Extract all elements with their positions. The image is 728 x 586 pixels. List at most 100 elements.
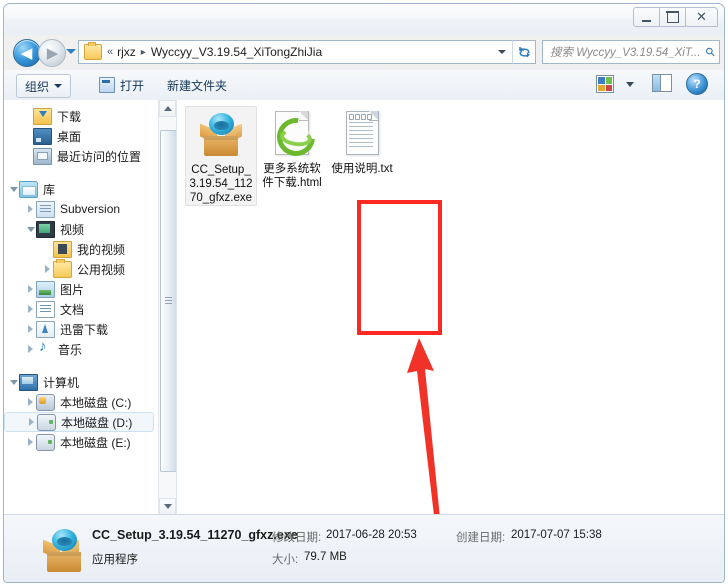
expander-closed-icon[interactable] [25, 437, 36, 448]
expander-closed-icon[interactable] [42, 264, 53, 275]
chevron-down-icon [54, 84, 63, 88]
sidebar-item-label: 本地磁盘 (D:) [61, 415, 133, 430]
expander-placeholder [42, 244, 53, 255]
text-file-icon [338, 110, 386, 158]
file-tile[interactable]: CC_Setup_3.19.54_11270_gfxz.exe [185, 106, 257, 206]
scrollbar-thumb[interactable] [160, 130, 176, 472]
open-button[interactable]: 打开 [99, 75, 144, 95]
view-cell [598, 77, 605, 84]
sidebar-item-1[interactable]: 桌面 [4, 126, 158, 146]
file-tile[interactable]: 使用说明.txt [327, 106, 397, 206]
breadcrumb-separator[interactable]: ▸ [141, 47, 146, 58]
open-icon [99, 77, 115, 93]
sidebar-item-6[interactable]: 我的视频 [4, 239, 158, 259]
maximize-button[interactable] [659, 7, 686, 27]
sidebar-item-10[interactable]: 迅雷下载 [4, 319, 158, 339]
minimize-button[interactable] [633, 7, 660, 27]
history-dropdown-icon[interactable] [66, 49, 76, 54]
search-input[interactable]: 搜索 Wyccyy_V3.19.54_XiT... [550, 44, 704, 60]
sidebar-item-12[interactable]: 计算机 [4, 372, 158, 392]
system-drive-icon [36, 393, 55, 411]
sidebar-item-13[interactable]: 本地磁盘 (C:) [4, 392, 158, 412]
address-breadcrumb-bar[interactable]: « rjxz ▸ Wyccyy_V3.19.54_XiTongZhiJia [78, 40, 492, 64]
help-button[interactable]: ? [686, 73, 708, 95]
expander-closed-icon[interactable] [25, 324, 36, 335]
breadcrumb-item-rjxz[interactable]: rjxz [117, 45, 136, 59]
sidebar-item-label: 本地磁盘 (C:) [60, 395, 132, 410]
sidebar-item-label: Subversion [60, 202, 121, 216]
chevron-down-icon [498, 50, 506, 54]
library-icon [19, 180, 38, 198]
navigation-scrollbar[interactable] [158, 100, 176, 515]
sidebar-item-4[interactable]: Subversion [4, 199, 158, 219]
drive-icon [36, 433, 55, 451]
expander-open-icon[interactable] [8, 184, 19, 195]
expander-closed-icon[interactable] [25, 284, 36, 295]
file-tile[interactable]: 更多系统软件下载.html [257, 106, 327, 206]
sidebar-item-5[interactable]: 视频 [4, 219, 158, 239]
sidebar-item-label: 音乐 [58, 342, 83, 357]
annotation-arrow-icon [407, 338, 440, 515]
expander-closed-icon[interactable] [25, 344, 36, 355]
desktop-icon [33, 127, 52, 145]
sidebar-item-14[interactable]: 本地磁盘 (D:) [4, 412, 154, 432]
documents-library-icon [36, 300, 55, 318]
view-cell [598, 84, 605, 91]
refresh-button[interactable] [512, 40, 536, 64]
forward-arrow-icon: ▶ [46, 44, 59, 62]
music-library-icon [36, 339, 53, 357]
scrollbar-grip-icon [165, 297, 172, 298]
view-dropdown-icon[interactable] [626, 82, 634, 87]
sidebar-item-2[interactable]: 最近访问的位置 [4, 146, 158, 166]
my-videos-folder-icon [53, 240, 72, 258]
sidebar-item-9[interactable]: 文档 [4, 299, 158, 319]
sidebar-item-8[interactable]: 图片 [4, 279, 158, 299]
new-folder-button[interactable]: 新建文件夹 [167, 75, 227, 95]
expander-open-icon[interactable] [25, 224, 36, 235]
close-button[interactable]: ✕ [685, 7, 718, 27]
expander-open-icon[interactable] [8, 377, 19, 388]
expander-closed-icon[interactable] [25, 204, 36, 215]
organize-button[interactable]: 组织 [16, 74, 72, 98]
navigation-tree: 下载 桌面 最近访问的位置库 Subversion 视频 我的视频 公用视频 图片 文档 迅雷下载… [4, 100, 158, 452]
status-modified-value: 2017-06-28 20:53 [326, 529, 417, 541]
preview-pane-button[interactable] [652, 74, 672, 92]
expander-closed-icon[interactable] [25, 397, 36, 408]
recent-places-icon [33, 147, 52, 165]
sidebar-item-15[interactable]: 本地磁盘 (E:) [4, 432, 158, 452]
sidebar-item-0[interactable]: 下载 [4, 106, 158, 126]
close-icon: ✕ [696, 9, 707, 25]
back-arrow-icon: ◀ [20, 44, 33, 62]
setup-package-icon [197, 111, 245, 159]
subversion-icon [36, 200, 55, 218]
scroll-up-button[interactable] [159, 100, 176, 117]
window-controls: ✕ [633, 7, 718, 28]
title-bar: ✕ [4, 4, 724, 35]
computer-icon [19, 373, 38, 391]
thunder-download-icon [36, 320, 55, 338]
breadcrumb-item-current[interactable]: Wyccyy_V3.19.54_XiTongZhiJia [151, 45, 322, 59]
forward-button[interactable]: ▶ [38, 39, 66, 67]
address-bar-row: ◀ ▶ « rjxz ▸ Wyccyy_V3.19.54_XiTongZhiJi… [4, 35, 724, 69]
sidebar-item-7[interactable]: 公用视频 [4, 258, 158, 279]
expander-closed-icon[interactable] [25, 304, 36, 315]
maximize-icon [666, 11, 679, 23]
scroll-down-button[interactable] [159, 498, 176, 515]
change-view-button[interactable] [596, 75, 614, 93]
sidebar-item-label: 库 [43, 182, 56, 197]
back-button[interactable]: ◀ [13, 39, 41, 67]
view-cell [605, 77, 612, 84]
help-glyph: ? [693, 77, 701, 91]
sidebar-item-3[interactable]: 库 [4, 179, 158, 199]
expander-closed-icon[interactable] [26, 417, 37, 428]
search-box[interactable]: 搜索 Wyccyy_V3.19.54_XiT... ⚲ [542, 40, 720, 64]
file-tiles: CC_Setup_3.19.54_11270_gfxz.exe 更多系统软件下载.… [185, 106, 724, 206]
search-icon: ⚲ [702, 43, 719, 61]
sidebar-item-11[interactable]: 音乐 [4, 339, 158, 359]
breadcrumb-overflow[interactable]: « [107, 46, 113, 58]
preview-pane-icon [653, 75, 661, 91]
status-size-value: 79.7 MB [304, 551, 347, 563]
address-dropdown-button[interactable] [492, 40, 512, 64]
file-list-pane[interactable]: CC_Setup_3.19.54_11270_gfxz.exe 更多系统软件下载.… [177, 100, 724, 515]
